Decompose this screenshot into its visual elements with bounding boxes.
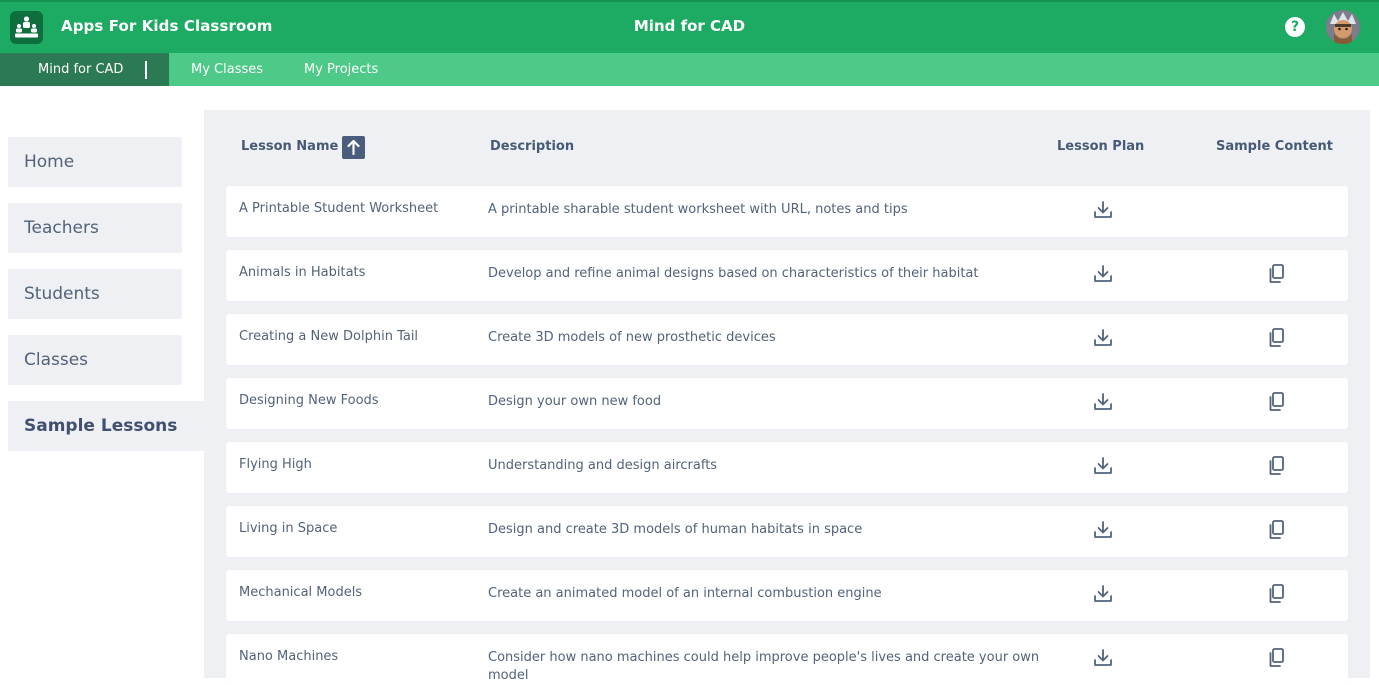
copy-icon[interactable] <box>1267 519 1287 545</box>
lesson-description: Create 3D models of new prosthetic devic… <box>488 330 776 345</box>
download-icon[interactable] <box>1092 327 1114 353</box>
lesson-name: Animals in Habitats <box>239 265 366 280</box>
copy-icon[interactable] <box>1267 391 1287 417</box>
table-row: Living in Space Design and create 3D mode… <box>226 506 1348 557</box>
lesson-name: Nano Machines <box>239 649 339 664</box>
sort-ascending-icon[interactable] <box>342 136 365 159</box>
page-title: Mind for CAD <box>633 17 746 35</box>
table-row: Flying High Understanding and design airc… <box>226 442 1348 493</box>
top-bar: Apps For Kids Classroom Mind for CAD ? <box>0 0 1379 53</box>
table-row: Designing New Foods Design your own new f… <box>226 378 1348 429</box>
download-icon[interactable] <box>1092 199 1114 225</box>
sidebar-item-classes[interactable]: Classes <box>8 335 182 385</box>
column-header-description: Description <box>490 139 575 154</box>
column-header-sample-content: Sample Content <box>1216 139 1334 154</box>
download-icon[interactable] <box>1092 455 1114 481</box>
download-icon[interactable] <box>1092 263 1114 289</box>
lesson-description: Design your own new food <box>488 394 662 409</box>
table-row: Nano Machines Consider how nano machines … <box>226 634 1348 685</box>
subnav-label: Mind for CAD <box>38 62 124 77</box>
lessons-table: Lesson Name Description Lesson Plan Samp… <box>204 110 1370 685</box>
copy-icon[interactable] <box>1267 263 1287 289</box>
lesson-name: Creating a New Dolphin Tail <box>239 329 419 344</box>
sub-navigation: Mind for CAD My Classes My Projects <box>0 53 1379 86</box>
column-header-lesson-plan: Lesson Plan <box>1057 139 1145 154</box>
download-icon[interactable] <box>1092 391 1114 417</box>
table-row: A Printable Student Worksheet A printable… <box>226 186 1348 237</box>
lesson-description: Understanding and design aircrafts <box>488 458 718 473</box>
download-icon[interactable] <box>1092 583 1114 609</box>
subnav-mind-for-cad[interactable]: Mind for CAD <box>0 53 169 86</box>
download-icon[interactable] <box>1092 647 1114 673</box>
lesson-name: Living in Space <box>239 521 338 536</box>
user-avatar[interactable] <box>1326 10 1360 44</box>
app-title: Apps For Kids Classroom <box>61 17 273 35</box>
classroom-logo-icon[interactable] <box>10 11 43 44</box>
help-icon[interactable]: ? <box>1285 17 1305 37</box>
copy-icon[interactable] <box>1267 647 1287 673</box>
lesson-description: Design and create 3D models of human hab… <box>488 522 863 537</box>
lesson-name: Flying High <box>239 457 312 472</box>
subnav-my-classes[interactable]: My Classes <box>191 53 263 86</box>
lesson-name: Mechanical Models <box>239 585 363 600</box>
sidebar-item-sample-lessons[interactable]: Sample Lessons <box>8 401 204 451</box>
lesson-description: A printable sharable student worksheet w… <box>488 202 908 217</box>
sidebar-item-teachers[interactable]: Teachers <box>8 203 182 253</box>
table-row: Mechanical Models Create an animated mode… <box>226 570 1348 621</box>
table-row: Animals in Habitats Develop and refine an… <box>226 250 1348 301</box>
lesson-description: Develop and refine animal designs based … <box>488 266 979 281</box>
lesson-description: Consider how nano machines could help im… <box>488 650 1040 683</box>
copy-icon[interactable] <box>1267 327 1287 353</box>
active-indicator <box>145 61 147 79</box>
download-icon[interactable] <box>1092 519 1114 545</box>
lesson-name: Designing New Foods <box>239 393 379 408</box>
lesson-description: Create an animated model of an internal … <box>488 586 882 601</box>
copy-icon[interactable] <box>1267 583 1287 609</box>
sidebar-item-home[interactable]: Home <box>8 137 182 187</box>
sidebar-item-students[interactable]: Students <box>8 269 182 319</box>
subnav-my-projects[interactable]: My Projects <box>304 53 378 86</box>
column-header-lesson-name[interactable]: Lesson Name <box>241 139 338 154</box>
copy-icon[interactable] <box>1267 455 1287 481</box>
table-row: Creating a New Dolphin Tail Create 3D mod… <box>226 314 1348 365</box>
lesson-name: A Printable Student Worksheet <box>239 201 439 216</box>
